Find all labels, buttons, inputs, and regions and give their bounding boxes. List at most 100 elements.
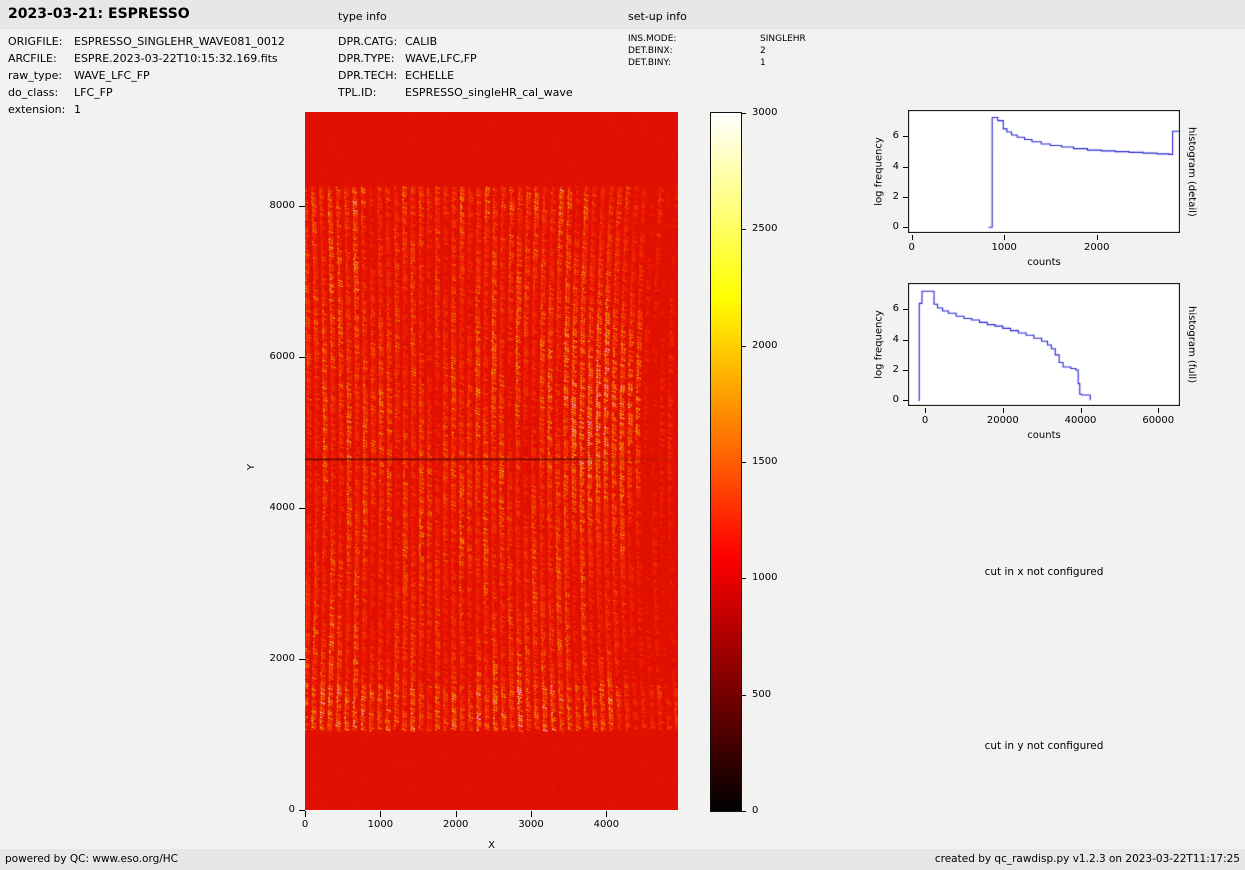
tick-label: 2000 <box>442 819 469 830</box>
tick-mark <box>455 811 457 817</box>
meta-label: do_class: <box>8 86 59 99</box>
meta-label: raw_type: <box>8 69 63 82</box>
main-plot: Y X 0 2000 4000 6000 8000 0 1000 2000 3000 4000 <box>245 112 725 857</box>
tick-mark <box>606 811 608 817</box>
tick-label: 40000 <box>1064 415 1097 426</box>
hist-full-canvas <box>908 283 1180 406</box>
tick-label: 0 <box>752 805 759 816</box>
colorbar: 0 500 1000 1500 2000 2500 3000 <box>710 107 805 832</box>
tick-mark <box>1080 408 1082 413</box>
meta-row-dprtype: DPR.TYPE: WAVE,LFC,FP <box>338 50 573 67</box>
tick-label: 2000 <box>269 653 295 665</box>
tick-mark <box>299 659 305 661</box>
meta-row-detbinx: DET.BINX: 2 <box>628 45 806 57</box>
type-info-block: DPR.CATG: CALIB DPR.TYPE: WAVE,LFC,FP DPR.… <box>338 33 573 101</box>
tick-label: 3000 <box>518 819 544 830</box>
tick-label: 0 <box>921 415 929 426</box>
meta-label: DET.BINX: <box>628 46 673 56</box>
tick-mark <box>380 811 382 817</box>
cut-x-status: cut in x not configured <box>984 566 1104 578</box>
tick-label: 6 <box>892 130 899 142</box>
tick-label: 4000 <box>269 502 295 514</box>
tick-label: 1500 <box>752 456 778 467</box>
meta-label: ORIGFILE: <box>8 35 63 48</box>
meta-label: ARCFILE: <box>8 52 57 65</box>
meta-value: 1 <box>74 103 81 116</box>
tick-label: 6000 <box>269 351 295 363</box>
tick-label: 0 <box>892 221 899 233</box>
tick-mark <box>903 166 908 168</box>
tick-label: 2 <box>892 190 899 202</box>
meta-value: ESPRESSO_SINGLEHR_WAVE081_0012 <box>74 35 285 48</box>
main-y-axis-label: Y <box>246 463 257 471</box>
meta-label: DPR.TECH: <box>338 69 398 82</box>
meta-label: extension: <box>8 103 66 116</box>
tick-label: 0 <box>301 819 309 830</box>
meta-value: CALIB <box>405 35 438 48</box>
tick-label: 500 <box>752 688 772 700</box>
tick-mark <box>1004 235 1006 240</box>
setup-info-block: INS.MODE: SINGLEHR DET.BINX: 2 DET.BINY: 1 <box>628 33 806 69</box>
meta-label: TPL.ID: <box>338 86 377 99</box>
hist-detail-canvas <box>908 110 1180 233</box>
footer-bar: powered by QC: www.eso.org/HC created by… <box>0 849 1245 870</box>
page-title: 2023-03-21: ESPRESSO <box>8 6 190 22</box>
tick-mark <box>742 811 746 812</box>
meta-row-tplid: TPL.ID: ESPRESSO_singleHR_cal_wave <box>338 84 573 101</box>
meta-row-arcfile: ARCFILE: ESPRE.2023-03-22T10:15:32.169.fi… <box>8 50 285 67</box>
hist-detail-xlabel: counts <box>1027 257 1061 268</box>
hist-full-xlabel: counts <box>1027 430 1061 441</box>
setup-info-heading: set-up info <box>628 10 687 23</box>
meta-row-origfile: ORIGFILE: ESPRESSO_SINGLEHR_WAVE081_0012 <box>8 33 285 50</box>
tick-mark <box>903 196 908 198</box>
meta-row-dprcatg: DPR.CATG: CALIB <box>338 33 573 50</box>
tick-label: 4 <box>892 333 899 345</box>
tick-label: 0 <box>288 804 295 815</box>
meta-value: WAVE,LFC,FP <box>405 52 477 65</box>
tick-mark <box>903 369 908 371</box>
meta-label: DPR.TYPE: <box>338 52 395 65</box>
tick-label: 8000 <box>269 200 295 212</box>
tick-mark <box>903 309 908 311</box>
tick-mark <box>903 339 908 341</box>
tick-mark <box>742 578 746 580</box>
tick-mark <box>299 508 305 510</box>
meta-value: 2 <box>760 46 766 56</box>
meta-value: ESPRESSO_singleHR_cal_wave <box>405 86 573 99</box>
tick-label: 2500 <box>752 223 778 235</box>
tick-label: 1000 <box>991 242 1017 253</box>
tick-mark <box>299 206 305 208</box>
tick-mark <box>911 235 913 240</box>
meta-label: INS.MODE: <box>628 34 677 44</box>
tick-label: 3000 <box>752 107 778 118</box>
tick-mark <box>299 357 305 359</box>
type-info-heading: type info <box>338 10 387 23</box>
tick-mark <box>531 811 533 817</box>
tick-label: 2000 <box>752 339 778 351</box>
tick-mark <box>742 345 746 347</box>
raw-image-canvas <box>305 112 678 810</box>
meta-row-insmode: INS.MODE: SINGLEHR <box>628 33 806 45</box>
tick-mark <box>742 462 746 463</box>
tick-mark <box>1002 408 1004 413</box>
tick-label: 2000 <box>1084 242 1110 253</box>
hist-full: log frequency counts histogram (full) 02… <box>860 273 1212 453</box>
colorbar-gradient <box>710 112 742 812</box>
tick-label: 4 <box>892 160 899 172</box>
tick-label: 0 <box>892 394 899 406</box>
meta-row-detbiny: DET.BINY: 1 <box>628 57 806 69</box>
tick-mark <box>742 229 746 231</box>
meta-row-doclass: do_class: LFC_FP <box>8 84 285 101</box>
tick-mark <box>305 811 306 817</box>
meta-value: LFC_FP <box>74 86 113 99</box>
tick-mark <box>903 136 908 138</box>
footer-powered-by: powered by QC: www.eso.org/HC <box>5 853 179 865</box>
meta-value: 1 <box>760 58 766 68</box>
tick-mark <box>903 400 908 402</box>
footer-created-by: created by qc_rawdisp.py v1.2.3 on 2023-… <box>934 853 1240 865</box>
meta-row-rawtype: raw_type: WAVE_LFC_FP <box>8 67 285 84</box>
tick-label: 60000 <box>1142 415 1175 426</box>
tick-mark <box>1158 408 1160 413</box>
tick-label: 0 <box>908 242 915 253</box>
tick-mark <box>1096 235 1098 240</box>
